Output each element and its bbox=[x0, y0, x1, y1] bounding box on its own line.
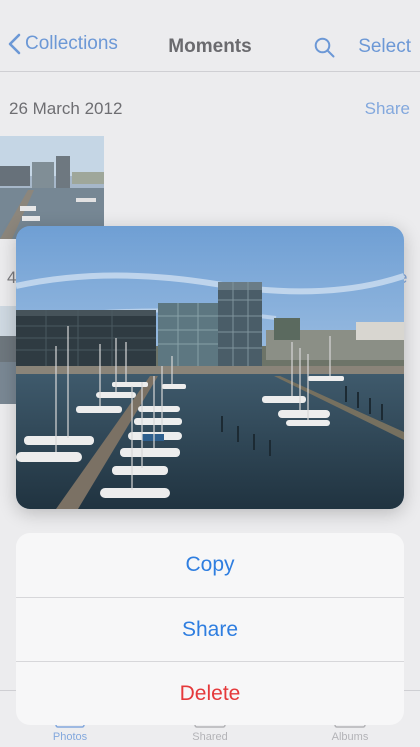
moment-share-button[interactable]: Share bbox=[365, 99, 410, 119]
marina-photo bbox=[16, 226, 404, 509]
tab-albums-label: Albums bbox=[331, 731, 369, 743]
copy-button[interactable]: Copy bbox=[16, 533, 404, 597]
search-button[interactable] bbox=[314, 37, 335, 63]
action-sheet: Copy Share Delete bbox=[16, 533, 404, 725]
navigation-bar: Collections Moments Select bbox=[0, 0, 420, 72]
select-button[interactable]: Select bbox=[358, 36, 411, 58]
page-title: Moments bbox=[168, 36, 252, 57]
photo-peek-preview[interactable] bbox=[16, 226, 404, 509]
moment-header: 26 March 2012 Share bbox=[0, 96, 420, 122]
moment-date: 26 March 2012 bbox=[9, 99, 123, 118]
photo-thumbnail[interactable] bbox=[0, 306, 16, 404]
tab-shared-label: Shared bbox=[192, 731, 228, 743]
tab-photos-label: Photos bbox=[52, 731, 88, 743]
delete-button[interactable]: Delete bbox=[16, 661, 404, 725]
search-icon bbox=[314, 37, 335, 58]
photo-thumbnail[interactable] bbox=[0, 136, 104, 239]
share-button[interactable]: Share bbox=[16, 597, 404, 661]
